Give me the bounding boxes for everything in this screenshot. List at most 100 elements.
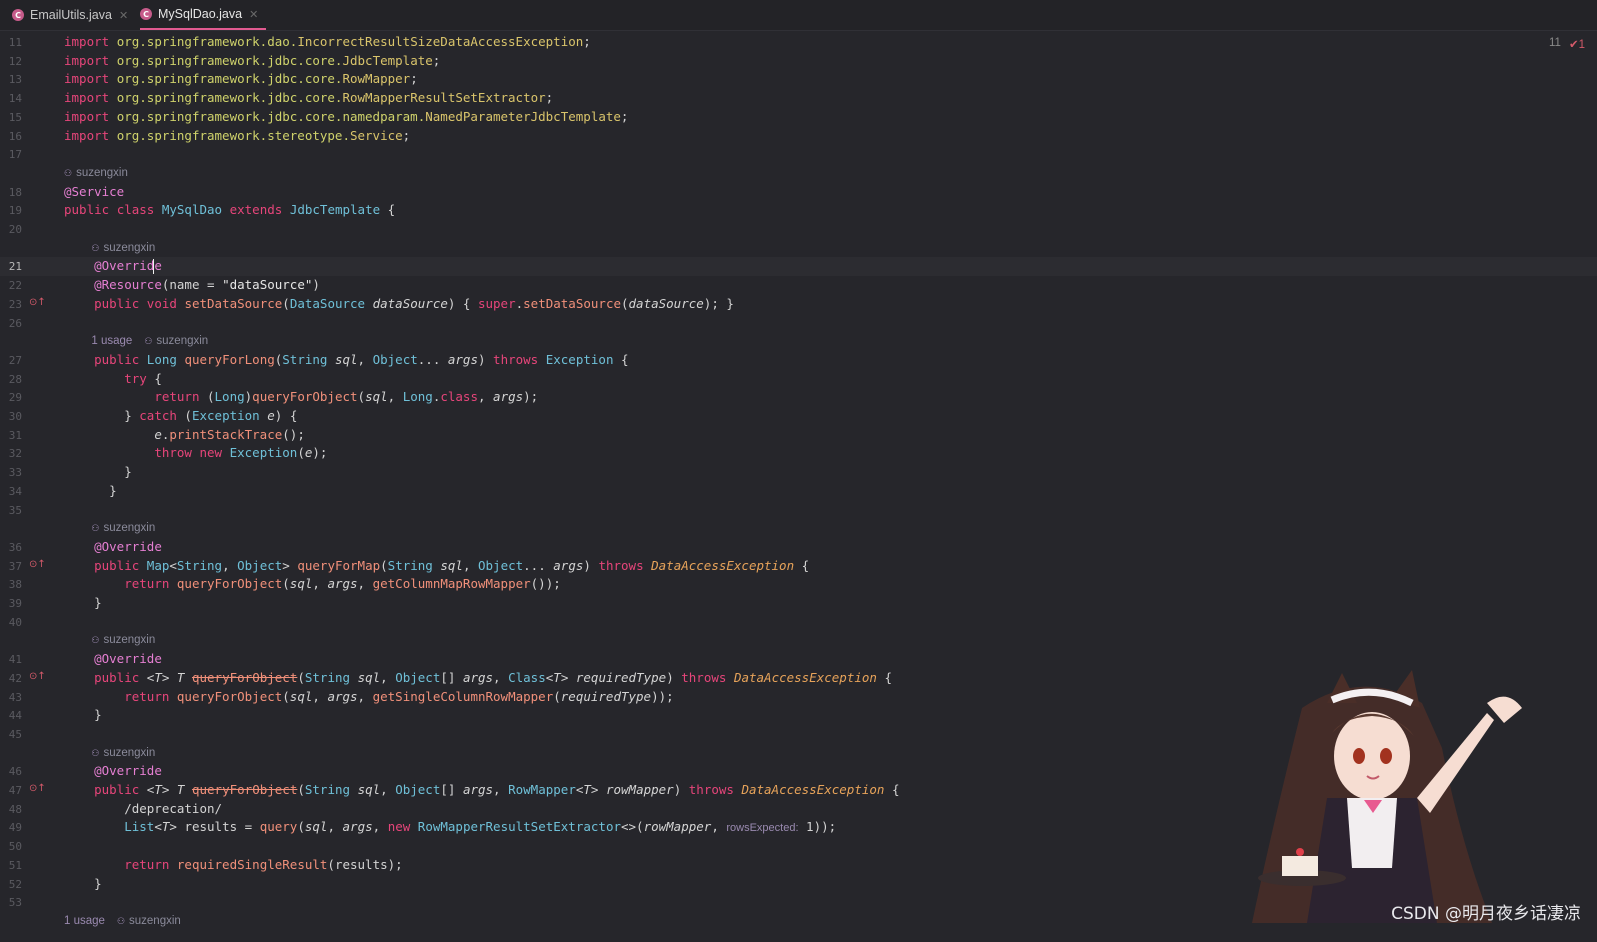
code-text[interactable]: import org.springframework.jdbc.core.Jdb… [64,53,440,68]
codevision-hint[interactable]: ⚇ suzengxin [91,242,155,254]
line-number[interactable]: 39 [0,597,22,610]
code-text[interactable]: @Service [64,184,124,199]
line-number[interactable]: 18 [0,186,22,199]
code-text[interactable]: public void setDataSource(DataSource dat… [64,296,734,311]
line-number[interactable]: 45 [0,728,22,741]
line-number[interactable]: 46 [0,765,22,778]
line-number[interactable]: 28 [0,373,22,386]
override-gutter-icon[interactable]: ⊙↑ [29,783,46,794]
codevision-hint[interactable]: ⚇ suzengxin [91,747,155,759]
line-number[interactable]: 42 [0,672,22,685]
line-number[interactable]: 21 [0,260,22,273]
line-number[interactable]: 14 [0,92,22,105]
line-number[interactable]: 44 [0,709,22,722]
code-text[interactable]: @Override [64,539,162,554]
line-number[interactable]: 27 [0,354,22,367]
author-name: suzengxin [103,746,156,759]
code-text[interactable]: } [64,595,102,610]
line-number[interactable]: 47 [0,784,22,797]
code-text[interactable]: import org.springframework.jdbc.core.nam… [64,109,628,124]
code-text[interactable]: public <T> T queryForObject(String sql, … [64,782,899,797]
line-number[interactable]: 13 [0,73,22,86]
code-text[interactable]: import org.springframework.dao.Incorrect… [64,34,591,49]
line-number[interactable]: 50 [0,840,22,853]
line-number[interactable]: 16 [0,130,22,143]
code-text[interactable]: @Override [64,763,162,778]
code-text[interactable]: } [64,464,132,479]
line-number[interactable]: 36 [0,541,22,554]
line-number[interactable]: 29 [0,391,22,404]
close-icon[interactable]: ✕ [119,9,128,22]
usage-count[interactable]: 1 usage [91,335,132,347]
code-text[interactable]: throw new Exception(e); [64,445,327,460]
code-text[interactable]: } [64,876,102,891]
override-gutter-icon[interactable]: ⊙↑ [29,297,46,308]
person-icon: ⚇ [91,524,100,535]
line-number[interactable]: 41 [0,653,22,666]
code-line: 14 import org.springframework.jdbc.core.R… [0,89,1597,108]
codevision-hint[interactable]: ⚇ suzengxin [91,522,155,534]
override-gutter-icon[interactable]: ⊙↑ [29,671,46,682]
code-text[interactable]: try { [64,371,162,386]
code-text[interactable]: /deprecation/ [64,801,222,816]
code-text[interactable]: } [64,707,102,722]
line-number[interactable]: 51 [0,859,22,872]
tab-label: EmailUtils.java [30,8,112,22]
code-text[interactable]: @Override [64,258,162,273]
code-text[interactable]: public class MySqlDao extends JdbcTempla… [64,202,395,217]
tab-mysql-dao[interactable]: C MySqlDao.java ✕ [140,0,266,30]
code-text[interactable]: @Override [64,651,162,666]
line-number[interactable]: 19 [0,204,22,217]
line-number[interactable]: 20 [0,223,22,236]
line-number[interactable]: 15 [0,111,22,124]
code-text[interactable]: List<T> results = query(sql, args, new R… [64,819,836,834]
line-number[interactable]: 34 [0,485,22,498]
code-text[interactable]: public <T> T queryForObject(String sql, … [64,670,892,685]
code-text[interactable]: public Long queryForLong(String sql, Obj… [64,352,628,367]
line-number[interactable]: 52 [0,878,22,891]
line-number[interactable]: 30 [0,410,22,423]
author-name: suzengxin [103,634,156,647]
line-number[interactable]: 53 [0,896,22,909]
code-text[interactable]: public Map<String, Object> queryForMap(S… [64,558,809,573]
line-number[interactable]: 17 [0,148,22,161]
code-text[interactable]: e.printStackTrace(); [64,427,305,442]
line-number[interactable]: 43 [0,691,22,704]
inlay-author-hint: 1 usage ⚇ suzengxin [0,332,1597,351]
codevision-hint[interactable]: ⚇ suzengxin [64,167,128,179]
code-text[interactable]: import org.springframework.stereotype.Se… [64,128,410,143]
codevision-hint[interactable]: 1 usage ⚇ suzengxin [64,915,181,927]
line-number[interactable]: 22 [0,279,22,292]
line-number[interactable]: 32 [0,447,22,460]
codevision-hint[interactable]: 1 usage ⚇ suzengxin [91,335,208,347]
code-text[interactable]: return queryForObject(sql, args, getSing… [64,689,673,704]
code-line: 26 [0,314,1597,333]
line-number[interactable]: 33 [0,466,22,479]
line-number[interactable]: 48 [0,803,22,816]
code-text[interactable]: import org.springframework.jdbc.core.Row… [64,90,553,105]
line-number[interactable]: 49 [0,821,22,834]
line-number[interactable]: 37 [0,560,22,573]
close-icon[interactable]: ✕ [249,8,258,21]
code-text[interactable]: } catch (Exception e) { [64,408,297,423]
code-text[interactable]: @Resource(name = "dataSource") [64,277,320,292]
person-icon: ⚇ [91,243,100,254]
line-number[interactable]: 40 [0,616,22,629]
code-text[interactable]: return queryForObject(sql, args, getColu… [64,576,561,591]
usage-count[interactable]: 1 usage [64,915,105,927]
tab-email-utils[interactable]: C EmailUtils.java ✕ [12,0,132,30]
override-gutter-icon[interactable]: ⊙↑ [29,559,46,570]
line-number[interactable]: 26 [0,317,22,330]
line-number[interactable]: 11 [0,36,22,49]
codevision-hint[interactable]: ⚇ suzengxin [91,634,155,646]
line-number[interactable]: 38 [0,578,22,591]
line-number[interactable]: 31 [0,429,22,442]
line-number[interactable]: 23 [0,298,22,311]
code-text[interactable]: return (Long)queryForObject(sql, Long.cl… [64,389,538,404]
line-number[interactable]: 12 [0,55,22,68]
line-number[interactable]: 35 [0,504,22,517]
person-icon: ⚇ [91,748,100,759]
code-text[interactable]: } [64,483,117,498]
code-text[interactable]: return requiredSingleResult(results); [64,857,402,872]
code-text[interactable]: import org.springframework.jdbc.core.Row… [64,71,418,86]
